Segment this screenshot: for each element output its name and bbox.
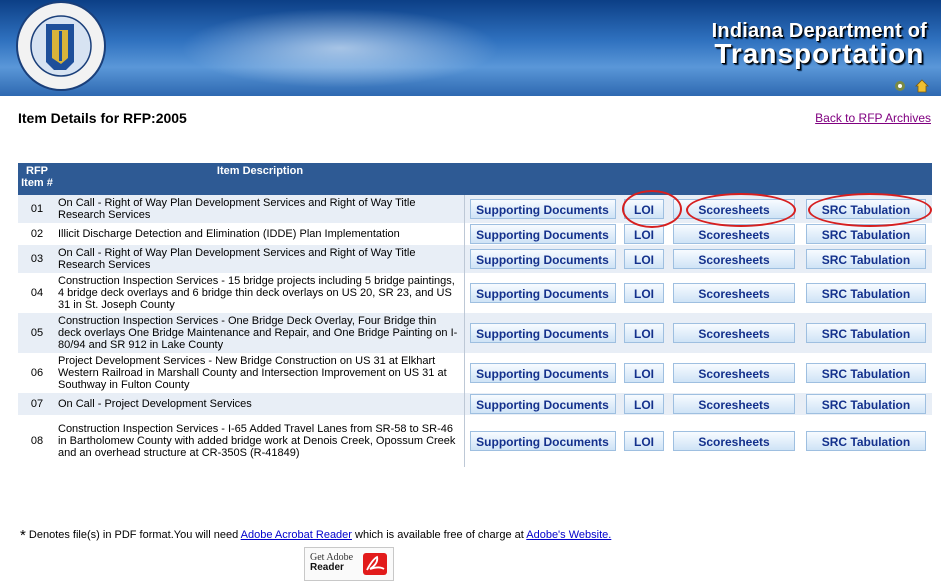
settings-icon[interactable] xyxy=(893,79,907,93)
src-tabulation-button[interactable]: SRC Tabulation xyxy=(806,199,926,219)
col-header-actions xyxy=(464,163,932,195)
scoresheets-button[interactable]: Scoresheets xyxy=(673,224,795,244)
table-row: 07 On Call - Project Development Service… xyxy=(18,393,932,415)
supporting-documents-button[interactable]: Supporting Documents xyxy=(469,249,616,269)
supporting-documents-button[interactable]: Supporting Documents xyxy=(469,431,616,451)
supporting-documents-button[interactable]: Supporting Documents xyxy=(469,283,616,303)
item-description: On Call - Right of Way Plan Development … xyxy=(56,195,464,223)
src-tabulation-button[interactable]: SRC Tabulation xyxy=(806,394,926,414)
item-description: Construction Inspection Services - 15 br… xyxy=(58,275,455,311)
src-tabulation-button[interactable]: SRC Tabulation xyxy=(806,283,926,303)
agency-title: Indiana Department of Transportation xyxy=(712,21,927,69)
get-adobe-reader-badge[interactable]: Get Adobe Reader xyxy=(304,547,394,581)
scoresheets-button[interactable]: Scoresheets xyxy=(673,431,795,451)
item-description: Construction Inspection Services - One B… xyxy=(56,313,464,353)
site-header: Indiana Department of Transportation xyxy=(0,0,941,96)
item-description: Illicit Discharge Detection and Eliminat… xyxy=(58,228,400,240)
scoresheets-button[interactable]: Scoresheets xyxy=(673,363,795,383)
indot-seal-logo[interactable] xyxy=(8,0,114,92)
item-number: 08 xyxy=(30,435,44,447)
supporting-documents-button[interactable]: Supporting Documents xyxy=(469,323,616,343)
loi-button[interactable]: LOI xyxy=(624,431,664,451)
table-row: 04 Construction Inspection Services - 15… xyxy=(18,273,932,313)
table-row: 03 On Call - Right of Way Plan Developme… xyxy=(18,245,932,273)
table-row: 01 On Call - Right of Way Plan Developme… xyxy=(18,195,932,223)
src-tabulation-button[interactable]: SRC Tabulation xyxy=(806,431,926,451)
loi-button[interactable]: LOI xyxy=(624,249,664,269)
table-row: 08 Construction Inspection Services - I-… xyxy=(18,415,932,467)
col-header-item: RFP Item # xyxy=(18,163,56,195)
header-icons xyxy=(893,79,929,93)
header-glow xyxy=(180,8,500,88)
supporting-documents-button[interactable]: Supporting Documents xyxy=(469,199,616,219)
adobe-website-link[interactable]: Adobe's Website. xyxy=(526,529,611,541)
src-tabulation-button[interactable]: SRC Tabulation xyxy=(806,363,926,383)
item-description: Construction Inspection Services - I-65 … xyxy=(58,423,456,459)
badge-line-2: Reader xyxy=(310,562,344,573)
src-tabulation-button[interactable]: SRC Tabulation xyxy=(806,224,926,244)
src-tabulation-button[interactable]: SRC Tabulation xyxy=(806,249,926,269)
asterisk: * xyxy=(20,527,26,544)
scoresheets-button[interactable]: Scoresheets xyxy=(673,249,795,269)
item-number: 03 xyxy=(18,245,56,273)
item-description: Project Development Services - New Bridg… xyxy=(58,355,447,391)
item-description: On Call - Right of Way Plan Development … xyxy=(56,245,464,273)
loi-button[interactable]: LOI xyxy=(624,323,664,343)
supporting-documents-button[interactable]: Supporting Documents xyxy=(469,394,616,414)
page-title: Item Details for RFP:2005 xyxy=(18,110,187,126)
footnote-mid-text: which is available free of charge at xyxy=(355,529,524,541)
item-number: 01 xyxy=(18,195,56,223)
table-row: 02 Illicit Discharge Detection and Elimi… xyxy=(18,223,932,245)
scoresheets-button[interactable]: Scoresheets xyxy=(673,283,795,303)
item-number: 06 xyxy=(30,367,44,379)
home-icon[interactable] xyxy=(915,79,929,93)
loi-button[interactable]: LOI xyxy=(624,283,664,303)
acrobat-reader-link[interactable]: Adobe Acrobat Reader xyxy=(241,529,352,541)
loi-button[interactable]: LOI xyxy=(624,224,664,244)
adobe-reader-icon xyxy=(363,553,387,575)
item-number: 02 xyxy=(30,228,44,240)
loi-button[interactable]: LOI xyxy=(624,363,664,383)
supporting-documents-button[interactable]: Supporting Documents xyxy=(469,363,616,383)
badge-text: Get Adobe Reader xyxy=(310,553,353,573)
item-number: 04 xyxy=(30,287,44,299)
table-row: 05 Construction Inspection Services - On… xyxy=(18,313,932,353)
table-row: 06 Project Development Services - New Br… xyxy=(18,353,932,393)
back-to-archives-link[interactable]: Back to RFP Archives xyxy=(815,111,931,125)
footnote-text: Denotes file(s) in PDF format.You will n… xyxy=(28,529,239,541)
scoresheets-button[interactable]: Scoresheets xyxy=(673,199,795,219)
item-number: 05 xyxy=(18,313,56,353)
item-number: 07 xyxy=(18,393,56,415)
scoresheets-button[interactable]: Scoresheets xyxy=(673,394,795,414)
item-description: On Call - Project Development Services xyxy=(56,393,464,415)
agency-line-2: Transportation xyxy=(714,38,925,69)
loi-button[interactable]: LOI xyxy=(624,394,664,414)
rfp-items-table: RFP Item # Item Description 01 On Call -… xyxy=(18,163,932,467)
col-header-description: Item Description xyxy=(56,163,464,195)
src-tabulation-button[interactable]: SRC Tabulation xyxy=(806,323,926,343)
supporting-documents-button[interactable]: Supporting Documents xyxy=(469,224,616,244)
loi-button[interactable]: LOI xyxy=(624,199,664,219)
scoresheets-button[interactable]: Scoresheets xyxy=(673,323,795,343)
pdf-footnote: * Denotes file(s) in PDF format.You will… xyxy=(20,527,611,544)
